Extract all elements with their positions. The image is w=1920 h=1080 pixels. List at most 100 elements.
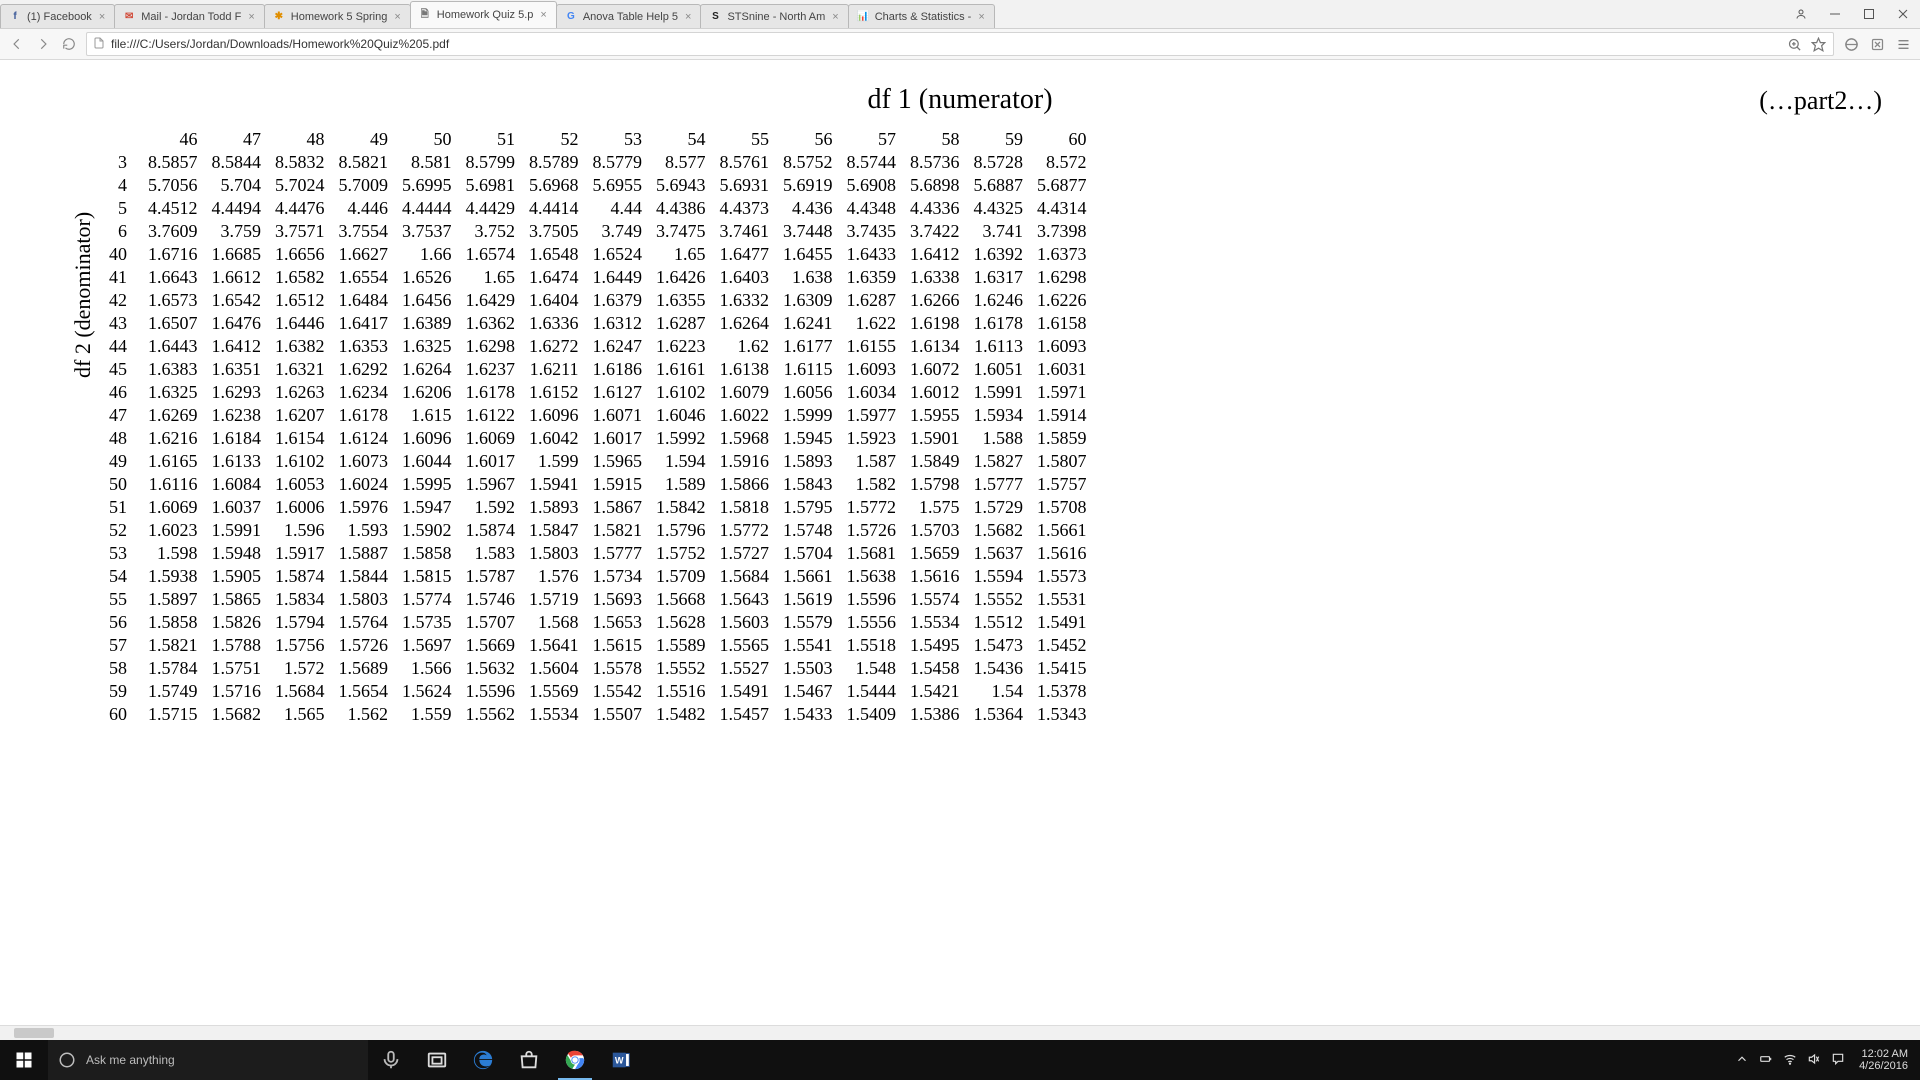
maximize-button[interactable] (1852, 8, 1886, 20)
close-button[interactable] (1886, 8, 1920, 20)
tab-close-icon[interactable]: × (246, 11, 256, 23)
cell: 3.752 (459, 220, 523, 243)
tab-close-icon[interactable]: × (683, 11, 693, 23)
menu-icon[interactable] (1894, 35, 1912, 53)
cell: 3.7422 (903, 220, 967, 243)
taskbar: Ask me anything W 12:02 AM 4/26/2016 (0, 1040, 1920, 1080)
cell: 1.5556 (840, 611, 904, 634)
cell: 1.5798 (903, 473, 967, 496)
row-header: 45 (102, 358, 141, 381)
cell: 1.6685 (205, 243, 269, 266)
cell: 1.5719 (522, 588, 586, 611)
taskbar-mic-icon[interactable] (368, 1040, 414, 1080)
action-center-icon[interactable] (1831, 1052, 1845, 1069)
cell: 1.6325 (395, 335, 459, 358)
tab-close-icon[interactable]: × (830, 11, 840, 23)
cell: 1.5815 (395, 565, 459, 588)
cell: 5.704 (205, 174, 269, 197)
table-row: 601.57151.56821.5651.5621.5591.55621.553… (102, 703, 1094, 726)
taskbar-search[interactable]: Ask me anything (48, 1040, 368, 1080)
minimize-button[interactable] (1818, 8, 1852, 20)
horizontal-scrollbar[interactable] (0, 1025, 1920, 1040)
cell: 1.5905 (205, 565, 269, 588)
document-viewport[interactable]: df 1 (numerator) (…part2…) df 2 (denomin… (0, 60, 1920, 1025)
cell: 1.5707 (459, 611, 523, 634)
cell: 1.615 (395, 404, 459, 427)
row-header: 48 (102, 427, 141, 450)
tab-close-icon[interactable]: × (392, 11, 402, 23)
cell: 1.6234 (332, 381, 396, 404)
browser-tab[interactable]: ✱Homework 5 Spring× (264, 4, 411, 28)
browser-tab[interactable]: SSTSnine - North Am× (700, 4, 848, 28)
cell: 1.5847 (522, 519, 586, 542)
browser-tab[interactable]: GAnova Table Help 5× (556, 4, 702, 28)
tab-close-icon[interactable]: × (538, 9, 548, 21)
page-title: df 1 (numerator) (867, 84, 1052, 116)
cell: 1.582 (840, 473, 904, 496)
cell: 1.6096 (395, 427, 459, 450)
cell: 1.5821 (586, 519, 650, 542)
table-row: 54.45124.44944.44764.4464.44444.44294.44… (102, 197, 1094, 220)
volume-icon[interactable] (1807, 1052, 1821, 1069)
browser-tab[interactable]: f(1) Facebook× (0, 4, 115, 28)
cell: 1.6012 (903, 381, 967, 404)
tab-close-icon[interactable]: × (97, 11, 107, 23)
cell: 1.5444 (840, 680, 904, 703)
extension-icon[interactable] (1842, 35, 1860, 53)
browser-tab[interactable]: 📊Charts & Statistics -× (848, 4, 995, 28)
cell: 1.6426 (649, 266, 713, 289)
cell: 1.5902 (395, 519, 459, 542)
omnibox[interactable]: file:///C:/Users/Jordan/Downloads/Homewo… (86, 32, 1834, 56)
cell: 1.6241 (776, 312, 840, 335)
cell: 1.6102 (649, 381, 713, 404)
cell: 1.5727 (713, 542, 777, 565)
cell: 3.7554 (332, 220, 396, 243)
forward-button[interactable] (34, 35, 52, 53)
table-row: 471.62691.62381.62071.61781.6151.61221.6… (102, 404, 1094, 427)
cell: 1.5777 (586, 542, 650, 565)
cell: 1.5684 (268, 680, 332, 703)
tray-chevron-icon[interactable] (1735, 1052, 1749, 1069)
row-header: 60 (102, 703, 141, 726)
system-tray: 12:02 AM 4/26/2016 (1727, 1040, 1920, 1080)
cell: 1.5527 (713, 657, 777, 680)
cell: 3.7398 (1030, 220, 1094, 243)
word-icon[interactable]: W (598, 1040, 644, 1080)
start-button[interactable] (0, 1040, 48, 1080)
user-icon[interactable] (1784, 8, 1818, 20)
zoom-icon[interactable] (1785, 35, 1803, 53)
cell: 1.5934 (967, 404, 1031, 427)
wifi-icon[interactable] (1783, 1052, 1797, 1069)
tab-favicon: S (708, 10, 722, 24)
edge-icon[interactable] (460, 1040, 506, 1080)
cell: 1.5637 (967, 542, 1031, 565)
cell: 1.6476 (205, 312, 269, 335)
table-row: 411.66431.66121.65821.65541.65261.651.64… (102, 266, 1094, 289)
cell: 1.598 (141, 542, 205, 565)
browser-tab[interactable]: ✉Mail - Jordan Todd F× (114, 4, 265, 28)
back-button[interactable] (8, 35, 26, 53)
cell: 1.5751 (205, 657, 269, 680)
cell: 1.5643 (713, 588, 777, 611)
battery-icon[interactable] (1759, 1052, 1773, 1069)
row-header: 56 (102, 611, 141, 634)
cell: 1.5748 (776, 519, 840, 542)
extension2-icon[interactable] (1868, 35, 1886, 53)
clock[interactable]: 12:02 AM 4/26/2016 (1855, 1048, 1912, 1072)
browser-tab[interactable]: 🗎Homework Quiz 5.p× (410, 1, 557, 28)
reload-button[interactable] (60, 35, 78, 53)
cell: 8.5728 (967, 151, 1031, 174)
cell: 1.568 (522, 611, 586, 634)
tab-favicon: f (8, 10, 22, 24)
cell: 1.6417 (332, 312, 396, 335)
cell: 3.7448 (776, 220, 840, 243)
cell: 1.6392 (967, 243, 1031, 266)
chrome-icon[interactable] (552, 1040, 598, 1080)
tab-close-icon[interactable]: × (976, 11, 986, 23)
cell: 1.6612 (205, 266, 269, 289)
store-icon[interactable] (506, 1040, 552, 1080)
star-icon[interactable] (1809, 35, 1827, 53)
task-view-icon[interactable] (414, 1040, 460, 1080)
cell: 1.5364 (967, 703, 1031, 726)
cell: 1.5917 (268, 542, 332, 565)
